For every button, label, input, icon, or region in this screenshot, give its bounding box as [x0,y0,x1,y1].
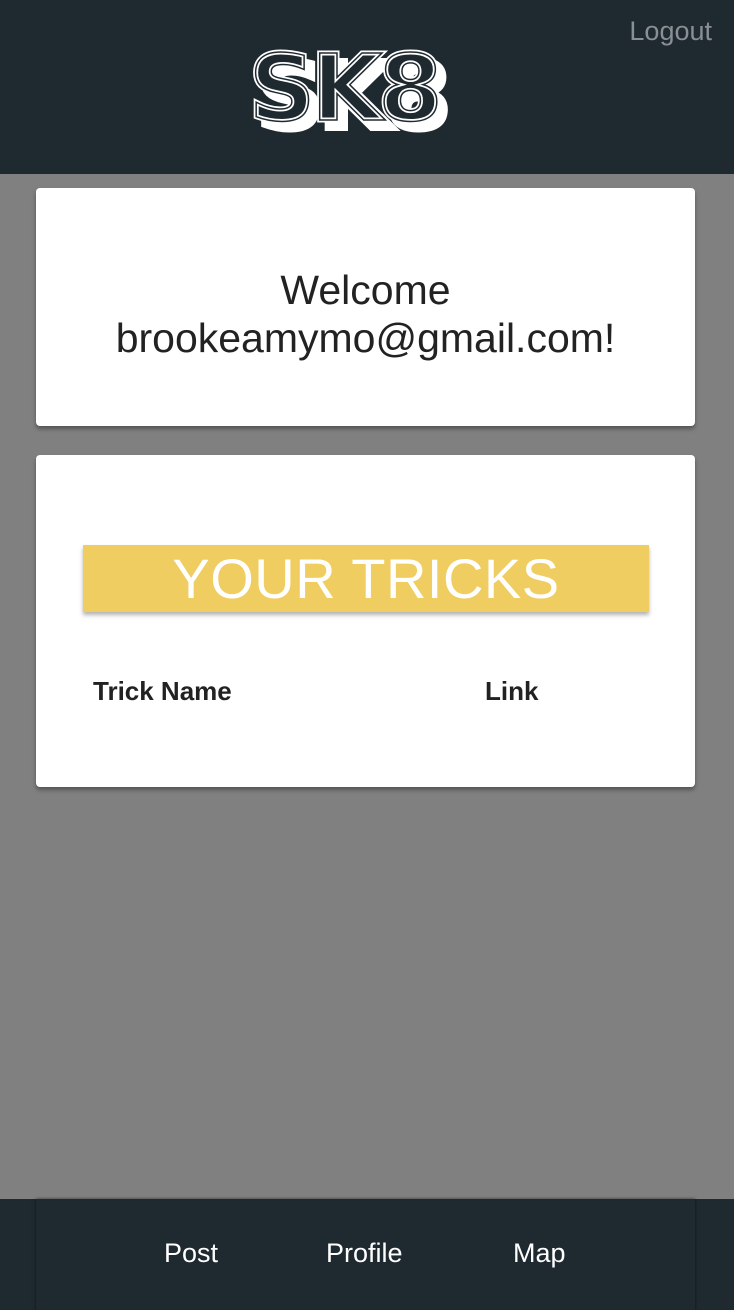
nav-map[interactable]: Map [513,1238,566,1269]
welcome-email: brookeamymo@gmail.com! [115,315,616,361]
top-header: SK8 SK8 SK8 Logout [0,0,734,174]
app-root: SK8 SK8 SK8 Logout Welcome brookeamymo@g… [0,0,734,1310]
tricks-card: YOUR TRICKS Trick Name Link [36,455,695,787]
nav-post[interactable]: Post [164,1238,218,1269]
column-header-link: Link [485,676,539,706]
svg-text:SK8: SK8 [249,42,439,136]
tricks-title-banner: YOUR TRICKS [83,545,649,612]
column-header-trick-name: Trick Name [93,676,232,706]
logout-link[interactable]: Logout [629,16,712,47]
sk8-logo: SK8 SK8 SK8 [247,42,487,136]
welcome-greeting: Welcome [280,267,451,313]
welcome-message: Welcome brookeamymo@gmail.com! [36,266,695,362]
welcome-card: Welcome brookeamymo@gmail.com! [36,188,695,426]
nav-profile[interactable]: Profile [326,1238,403,1269]
